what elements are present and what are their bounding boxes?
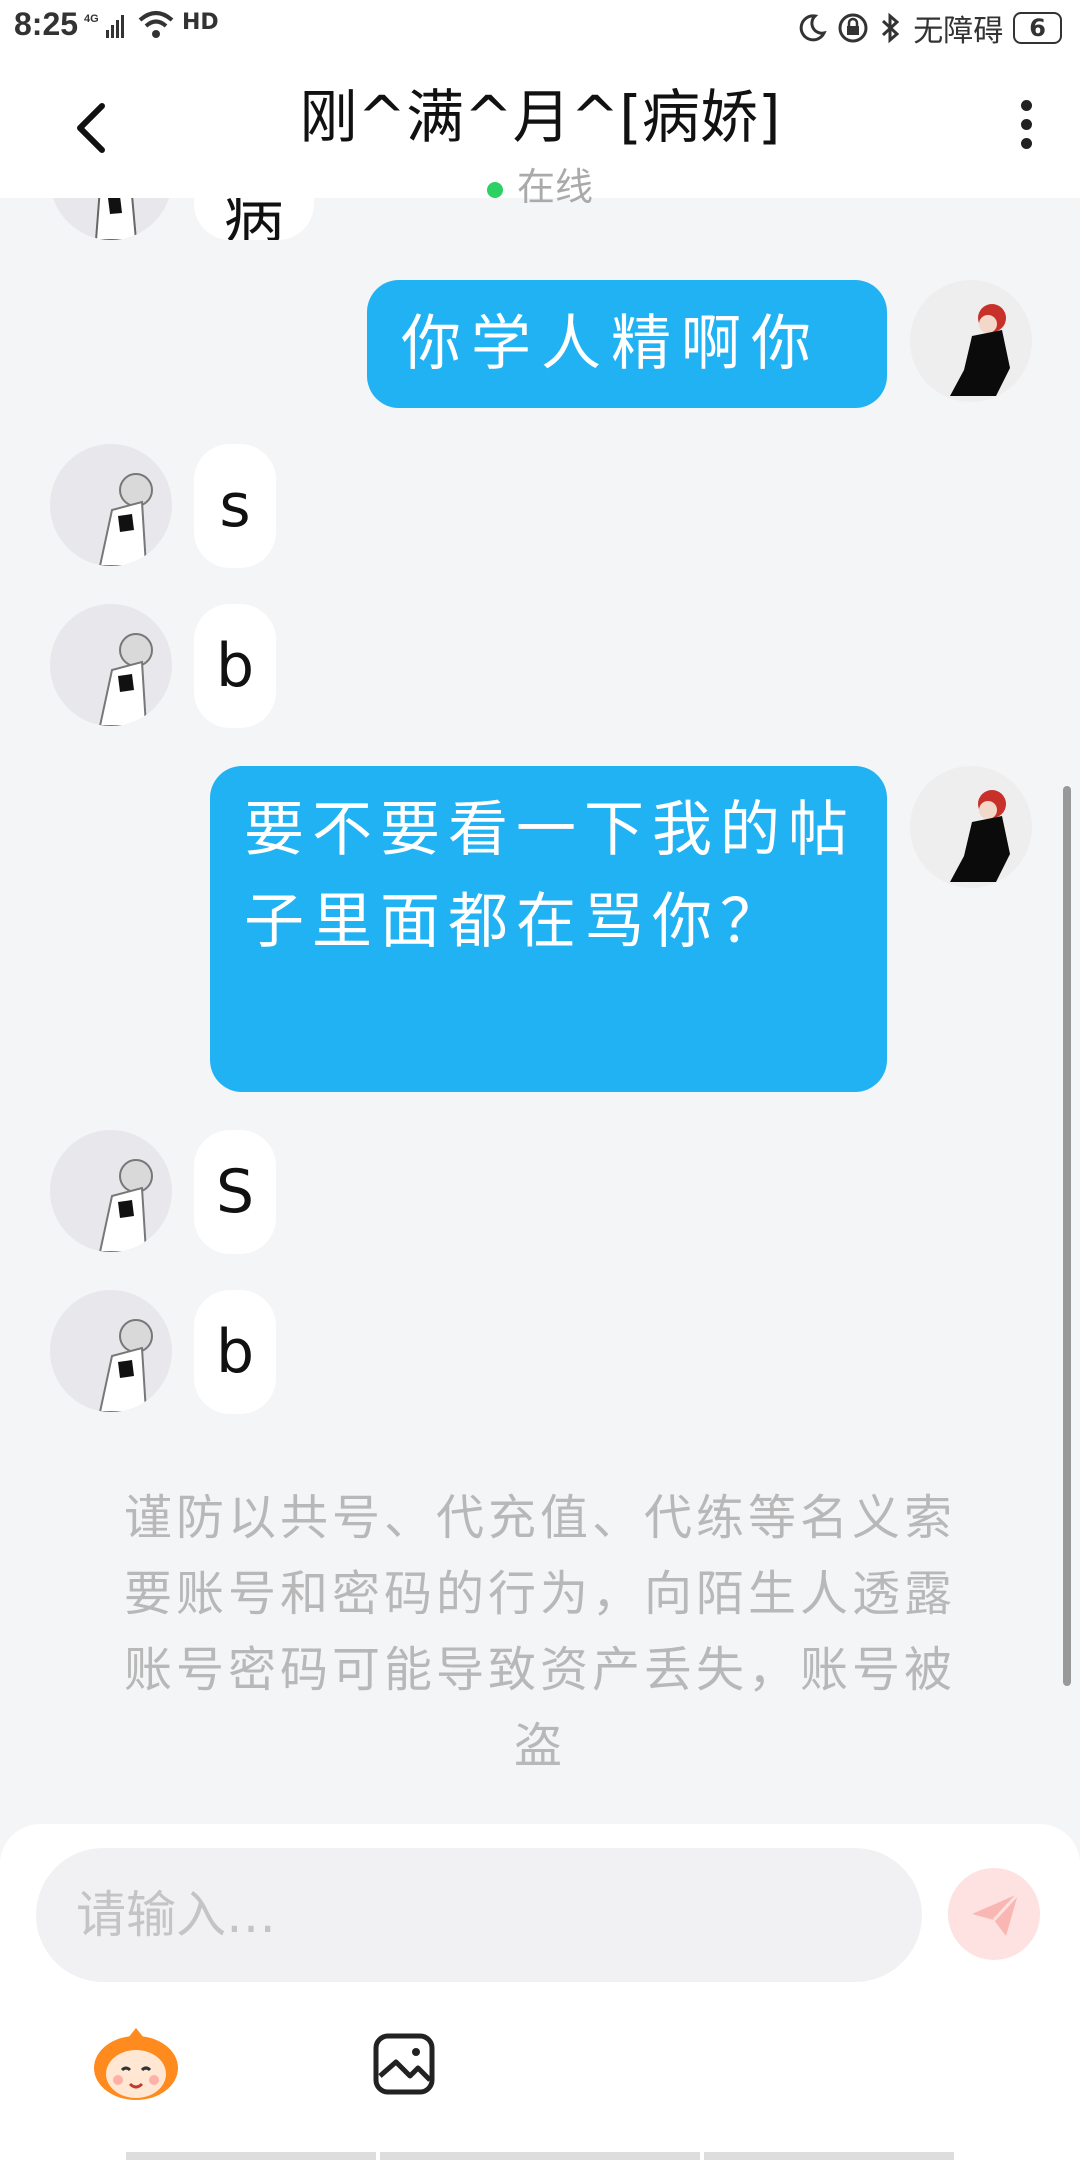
send-button[interactable] (948, 1868, 1040, 1960)
send-icon (972, 1892, 1020, 1936)
message-composer (0, 1824, 1080, 2160)
status-bar: 8:25 4G HD 无障碍 6 (0, 0, 1080, 56)
contact-avatar[interactable] (50, 1130, 172, 1252)
bluetooth-icon (882, 12, 900, 44)
wifi-icon (138, 11, 174, 38)
network-type: 4G (84, 13, 99, 25)
my-avatar[interactable] (910, 766, 1032, 888)
signal-icon: 4G (84, 13, 124, 38)
message-bubble-received[interactable]: S (194, 1130, 276, 1254)
contact-avatar[interactable] (50, 1290, 172, 1412)
contact-avatar[interactable] (50, 198, 172, 240)
contact-avatar[interactable] (50, 604, 172, 726)
nav-bar-segment (380, 2152, 700, 2160)
message-list[interactable]: 病 你学人精啊你 s b 要不要看一下我的帖子里面都在骂你？ S b 谨防以共号… (0, 198, 1080, 1824)
nav-bar-segment (704, 2152, 954, 2160)
contact-name: 刚^满^月^[病娇] (299, 83, 781, 151)
more-dot (1020, 138, 1032, 149)
battery-icon: 6 (1013, 12, 1062, 44)
message-bubble-sent[interactable]: 要不要看一下我的帖子里面都在骂你？ (210, 766, 887, 1092)
accessibility-label: 无障碍 (913, 14, 1004, 49)
mascot-emoji-icon[interactable] (92, 2024, 180, 2102)
message-bubble-sent[interactable]: 你学人精啊你 (367, 280, 887, 408)
more-dot (1020, 100, 1032, 111)
nav-bar-segment (126, 2152, 376, 2160)
message-bubble-received[interactable]: s (194, 444, 276, 568)
online-dot (486, 181, 503, 198)
contact-avatar[interactable] (50, 444, 172, 566)
message-bubble-received[interactable]: 病 (194, 198, 314, 240)
moon-icon (800, 14, 827, 42)
more-options-button[interactable] (1018, 100, 1034, 156)
image-icon[interactable] (372, 2032, 436, 2096)
status-time: 8:25 (14, 6, 79, 42)
scrollbar[interactable] (1063, 786, 1071, 1686)
message-bubble-received[interactable]: b (194, 604, 276, 728)
message-input[interactable] (36, 1848, 922, 1982)
status-right: 无障碍 6 (797, 6, 1062, 50)
lock-rotation-icon (838, 13, 868, 43)
my-avatar[interactable] (910, 280, 1032, 402)
security-notice: 谨防以共号、代充值、代练等名义索要账号和密码的行为，向陌生人透露账号密码可能导致… (123, 1490, 956, 1774)
message-bubble-received[interactable]: b (194, 1290, 276, 1414)
hd-icon: HD (182, 10, 219, 35)
chat-header: 刚^满^月^[病娇] 在线 (0, 56, 1080, 209)
more-dot (1020, 119, 1032, 130)
